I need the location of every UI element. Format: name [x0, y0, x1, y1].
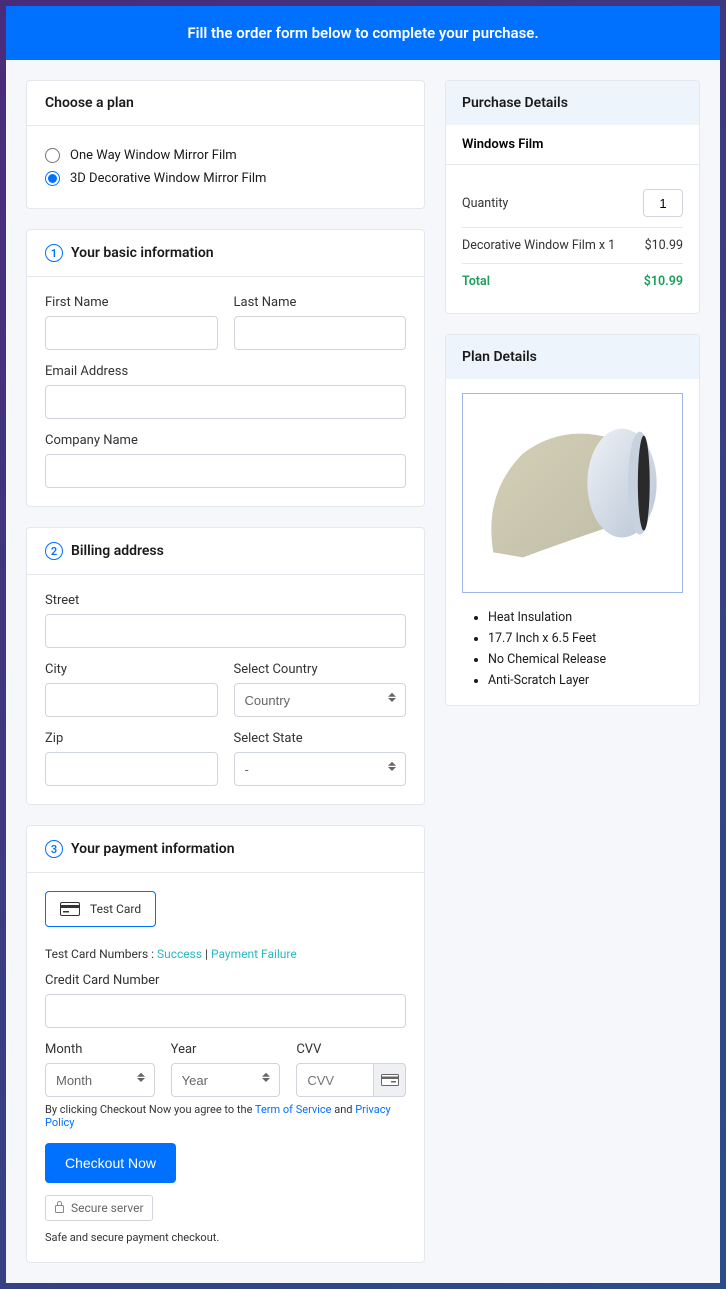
qty-input[interactable]	[643, 189, 683, 217]
plan-details-card: Plan Details	[445, 334, 700, 706]
list-item: 17.7 Inch x 6.5 Feet	[488, 628, 683, 649]
step-number: 2	[45, 542, 63, 560]
cc-input[interactable]	[45, 994, 406, 1028]
step-number: 3	[45, 840, 63, 858]
year-select[interactable]: Year	[171, 1063, 281, 1097]
street-label: Street	[45, 593, 406, 608]
cvv-card-icon	[374, 1063, 406, 1097]
last-name-label: Last Name	[234, 295, 407, 310]
test-card-note: Test Card Numbers : Success | Payment Fa…	[45, 947, 406, 961]
payment-method-label: Test Card	[90, 902, 141, 916]
list-item: No Chemical Release	[488, 649, 683, 670]
cvv-label: CVV	[296, 1042, 406, 1057]
feature-list: Heat Insulation 17.7 Inch x 6.5 Feet No …	[462, 607, 683, 691]
company-input[interactable]	[45, 454, 406, 488]
lock-icon	[54, 1200, 65, 1216]
first-name-label: First Name	[45, 295, 218, 310]
year-label: Year	[171, 1042, 281, 1057]
agree-text: By clicking Checkout Now you agree to th…	[45, 1103, 406, 1129]
basic-info-title: Your basic information	[71, 245, 214, 261]
plan-label: One Way Window Mirror Film	[70, 148, 237, 163]
plan-option-3d[interactable]: 3D Decorative Window Mirror Film	[45, 167, 406, 190]
last-name-input[interactable]	[234, 316, 407, 350]
billing-card: 2 Billing address Street City	[26, 527, 425, 805]
choose-plan-title: Choose a plan	[27, 81, 424, 126]
secure-badge: Secure server	[45, 1195, 153, 1221]
street-input[interactable]	[45, 614, 406, 648]
cvv-input[interactable]	[296, 1063, 374, 1097]
step-number: 1	[45, 244, 63, 262]
cc-label: Credit Card Number	[45, 973, 406, 988]
product-name: Windows Film	[446, 125, 699, 165]
payment-card: 3 Your payment information Test Card Tes…	[26, 825, 425, 1263]
basic-info-card: 1 Your basic information First Name Last…	[26, 229, 425, 507]
qty-label: Quantity	[462, 196, 508, 211]
country-select[interactable]: Country	[234, 683, 407, 717]
city-label: City	[45, 662, 218, 677]
payment-title: Your payment information	[71, 841, 235, 857]
test-success-link[interactable]: Success	[157, 947, 202, 961]
plan-radio-one-way[interactable]	[45, 148, 60, 163]
company-label: Company Name	[45, 433, 406, 448]
payment-method-card[interactable]: Test Card	[45, 891, 156, 927]
list-item: Heat Insulation	[488, 607, 683, 628]
zip-input[interactable]	[45, 752, 218, 786]
plan-label: 3D Decorative Window Mirror Film	[70, 171, 266, 186]
state-label: Select State	[234, 731, 407, 746]
line-item-price: $10.99	[645, 238, 683, 253]
email-label: Email Address	[45, 364, 406, 379]
product-image	[462, 393, 683, 593]
test-failure-link[interactable]: Payment Failure	[211, 947, 297, 961]
safe-note: Safe and secure payment checkout.	[45, 1231, 406, 1244]
plan-radio-3d[interactable]	[45, 171, 60, 186]
page-banner: Fill the order form below to complete yo…	[6, 6, 720, 60]
list-item: Anti-Scratch Layer	[488, 670, 683, 691]
country-label: Select Country	[234, 662, 407, 677]
state-select[interactable]: -	[234, 752, 407, 786]
purchase-details-card: Purchase Details Windows Film Quantity D…	[445, 80, 700, 314]
choose-plan-card: Choose a plan One Way Window Mirror Film…	[26, 80, 425, 209]
first-name-input[interactable]	[45, 316, 218, 350]
plan-details-title: Plan Details	[446, 335, 699, 379]
city-input[interactable]	[45, 683, 218, 717]
line-item-label: Decorative Window Film x 1	[462, 238, 615, 253]
email-input[interactable]	[45, 385, 406, 419]
purchase-details-title: Purchase Details	[446, 81, 699, 125]
zip-label: Zip	[45, 731, 218, 746]
credit-card-icon	[60, 902, 80, 916]
plan-option-one-way[interactable]: One Way Window Mirror Film	[45, 144, 406, 167]
checkout-button[interactable]: Checkout Now	[45, 1143, 176, 1183]
month-label: Month	[45, 1042, 155, 1057]
tos-link[interactable]: Term of Service	[255, 1103, 332, 1116]
total-value: $10.99	[644, 274, 683, 289]
total-label: Total	[462, 274, 490, 289]
month-select[interactable]: Month	[45, 1063, 155, 1097]
billing-title: Billing address	[71, 543, 164, 559]
